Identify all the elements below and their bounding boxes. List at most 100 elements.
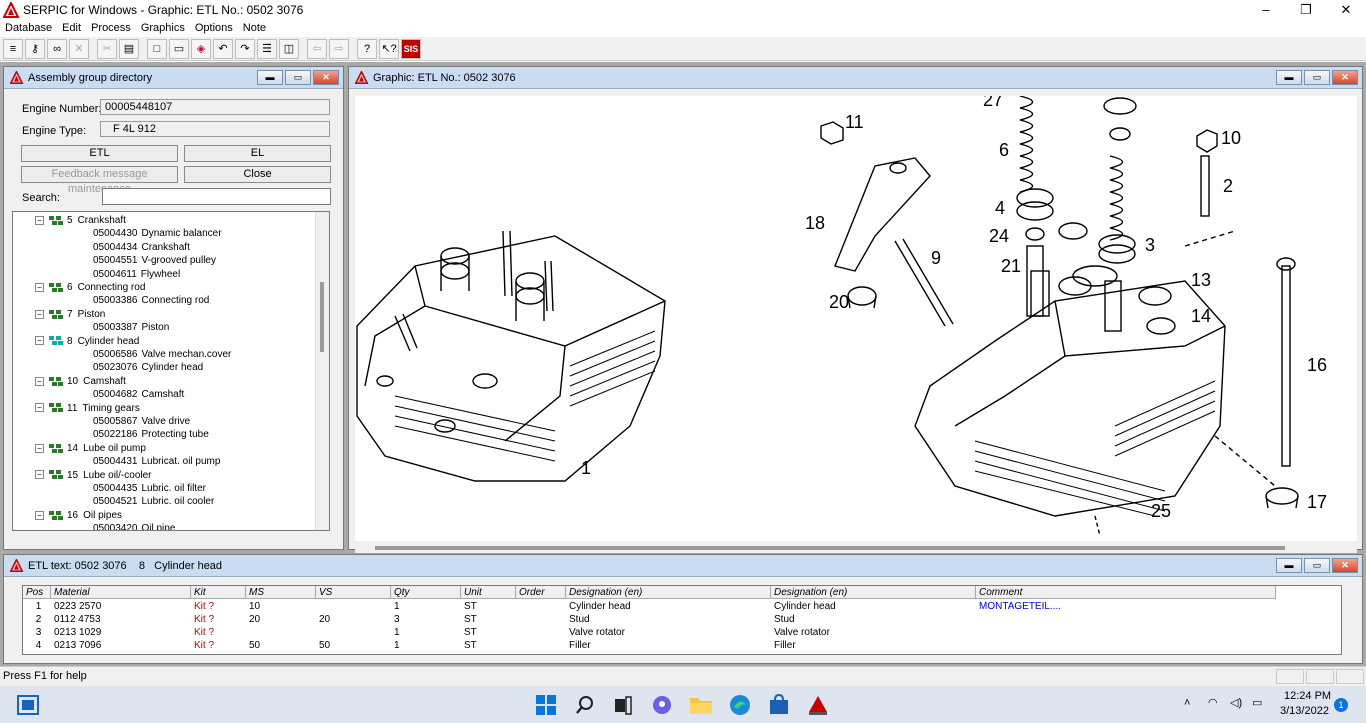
part-callout[interactable]: 14 bbox=[1191, 306, 1211, 326]
part-callout[interactable]: 2 bbox=[1223, 176, 1233, 196]
part-callout[interactable]: 17 bbox=[1307, 492, 1327, 512]
tree-item[interactable]: 05003420 Oil pipe bbox=[93, 522, 175, 530]
feedback-button[interactable]: Feedback message maintenance bbox=[21, 166, 178, 195]
tree-scrollbar[interactable] bbox=[315, 212, 329, 530]
tree-item[interactable]: 05023076 Cylinder head bbox=[93, 361, 203, 374]
collapse-icon[interactable]: − bbox=[35, 309, 44, 319]
minimize-button[interactable]: ▬ bbox=[1276, 70, 1302, 85]
chat-icon[interactable] bbox=[650, 693, 674, 717]
deutz-icon[interactable] bbox=[806, 693, 830, 717]
assembly-tree[interactable]: −5 Crankshaft 05004430 Dynamic balancer 0500… bbox=[12, 211, 330, 531]
column-header[interactable]: Qty bbox=[391, 586, 461, 598]
tree-item[interactable]: 05004521 Lubric. oil cooler bbox=[93, 495, 214, 508]
part-callout[interactable]: 10 bbox=[1221, 128, 1241, 148]
search-icon[interactable] bbox=[573, 693, 597, 717]
tree-group[interactable]: − 10 Camshaft bbox=[35, 375, 126, 388]
color-icon[interactable]: ◈ bbox=[191, 38, 211, 59]
close-button[interactable]: ✕ bbox=[1332, 558, 1358, 573]
print-icon[interactable]: ▤ bbox=[119, 38, 139, 59]
menu-process[interactable]: Process bbox=[86, 20, 136, 36]
collapse-icon[interactable]: − bbox=[35, 282, 44, 292]
collapse-icon[interactable]: − bbox=[35, 443, 44, 453]
tree-item[interactable]: 05003386 Connecting rod bbox=[93, 294, 209, 307]
windows-start-icon[interactable] bbox=[534, 693, 558, 717]
column-header[interactable]: Comment bbox=[976, 586, 1276, 598]
column-header[interactable]: Order bbox=[516, 586, 566, 598]
task-view-icon[interactable] bbox=[611, 693, 635, 717]
table-row[interactable]: 1 0223 2570 Kit ? 10 1 ST Cylinder head Cylinde… bbox=[23, 600, 1276, 613]
table-row[interactable]: 4 0213 7096 Kit ? 50 50 1 ST Filler Filler bbox=[23, 639, 1276, 652]
tree-group[interactable]: − 14 Lube oil pump bbox=[35, 442, 146, 455]
context-help-icon[interactable]: ↖? bbox=[379, 38, 399, 59]
menu-edit[interactable]: Edit bbox=[57, 20, 86, 36]
db-icon[interactable]: ≡ bbox=[3, 38, 23, 59]
column-header[interactable]: Designation (en) bbox=[771, 586, 976, 598]
volume-icon[interactable]: ◁) bbox=[1230, 696, 1242, 709]
sis-button[interactable]: SIS bbox=[401, 38, 421, 59]
tree-item[interactable]: 05004431 Lubricat. oil pump bbox=[93, 455, 220, 468]
tree-group[interactable]: − 8 Cylinder head bbox=[35, 335, 139, 348]
file-explorer-icon[interactable] bbox=[689, 693, 713, 717]
collapse-icon[interactable]: − bbox=[35, 215, 44, 225]
tree-item[interactable]: 05004611 Flywheel bbox=[93, 268, 180, 281]
part-callout[interactable]: 11 bbox=[845, 112, 864, 132]
maximize-button[interactable]: ❐ bbox=[1286, 0, 1326, 20]
help-icon[interactable]: ? bbox=[357, 38, 377, 59]
menu-database[interactable]: Database bbox=[0, 20, 57, 36]
tree-item[interactable]: 05004682 Camshaft bbox=[93, 388, 184, 401]
minimize-button[interactable]: ▬ bbox=[257, 70, 283, 85]
column-header[interactable]: MS bbox=[246, 586, 316, 598]
minimize-button[interactable]: ▬ bbox=[1276, 558, 1302, 573]
column-header[interactable]: Unit bbox=[461, 586, 516, 598]
notification-badge[interactable]: 1 bbox=[1334, 698, 1348, 712]
etl-table[interactable]: Pos Material Kit MS VS Qty Unit Order Designatio… bbox=[22, 585, 1342, 655]
part-callout[interactable]: 27 bbox=[983, 96, 1003, 110]
etl-button[interactable]: ETL bbox=[21, 145, 178, 162]
exploded-view-drawing[interactable]: 27 11 6 10 2 18 4 24 3 9 21 13 20 14 16 1 17 25 bbox=[355, 96, 1357, 541]
undo-icon[interactable]: ↶ bbox=[213, 38, 233, 59]
cross-icon[interactable]: ✕ bbox=[69, 38, 89, 59]
tree-item[interactable]: 05005867 Valve drive bbox=[93, 415, 190, 428]
chevron-up-icon[interactable]: ˄ bbox=[1184, 697, 1190, 709]
link-icon[interactable]: ∞ bbox=[47, 38, 67, 59]
back-icon[interactable]: ⇦ bbox=[307, 38, 327, 59]
column-header[interactable]: Pos bbox=[23, 586, 51, 598]
part-callout[interactable]: 25 bbox=[1151, 501, 1171, 521]
wifi-icon[interactable]: ◠ bbox=[1208, 696, 1218, 709]
list-icon[interactable]: ☰ bbox=[257, 38, 277, 59]
redo-icon[interactable]: ↷ bbox=[235, 38, 255, 59]
scissors-icon[interactable]: ✂ bbox=[97, 38, 117, 59]
tree-group[interactable]: − 7 Piston bbox=[35, 308, 105, 321]
search-input[interactable] bbox=[102, 188, 331, 205]
column-header[interactable]: Material bbox=[51, 586, 191, 598]
collapse-icon[interactable]: − bbox=[35, 403, 44, 413]
store-icon[interactable] bbox=[767, 693, 791, 717]
maximize-button[interactable]: ▭ bbox=[1304, 558, 1330, 573]
minimize-button[interactable]: – bbox=[1246, 0, 1286, 20]
collapse-icon[interactable]: − bbox=[35, 510, 44, 520]
part-callout[interactable]: 3 bbox=[1145, 235, 1155, 255]
column-header[interactable]: Kit bbox=[191, 586, 246, 598]
close-button[interactable]: ✕ bbox=[1332, 70, 1358, 85]
forward-icon[interactable]: ⇨ bbox=[329, 38, 349, 59]
part-callout[interactable]: 21 bbox=[1001, 256, 1021, 276]
part-callout[interactable]: 13 bbox=[1191, 270, 1211, 290]
tree-group[interactable]: − 6 Connecting rod bbox=[35, 281, 145, 294]
column-header[interactable]: Designation (en) bbox=[566, 586, 771, 598]
tree-item[interactable]: 05004434 Crankshaft bbox=[93, 241, 190, 254]
tree-group[interactable]: − 11 Timing gears bbox=[35, 402, 140, 415]
column-header[interactable]: VS bbox=[316, 586, 391, 598]
part-callout[interactable]: 6 bbox=[999, 140, 1009, 160]
tree-group[interactable]: − 5 Crankshaft bbox=[35, 214, 126, 227]
part-callout[interactable]: 18 bbox=[805, 213, 825, 233]
part-callout[interactable]: 24 bbox=[989, 226, 1009, 246]
close-dialog-button[interactable]: Close bbox=[184, 166, 331, 183]
maximize-button[interactable]: ▭ bbox=[1304, 70, 1330, 85]
edge-icon[interactable] bbox=[728, 693, 752, 717]
tree-group[interactable]: − 15 Lube oil/-cooler bbox=[35, 469, 152, 482]
engine-number-field[interactable]: 00005448107 bbox=[100, 99, 330, 115]
menu-options[interactable]: Options bbox=[190, 20, 238, 36]
clock-date[interactable]: 3/13/2022 bbox=[1280, 705, 1329, 717]
list2-icon[interactable]: ◫ bbox=[279, 38, 299, 59]
tree-item[interactable]: 05004430 Dynamic balancer bbox=[93, 227, 222, 240]
